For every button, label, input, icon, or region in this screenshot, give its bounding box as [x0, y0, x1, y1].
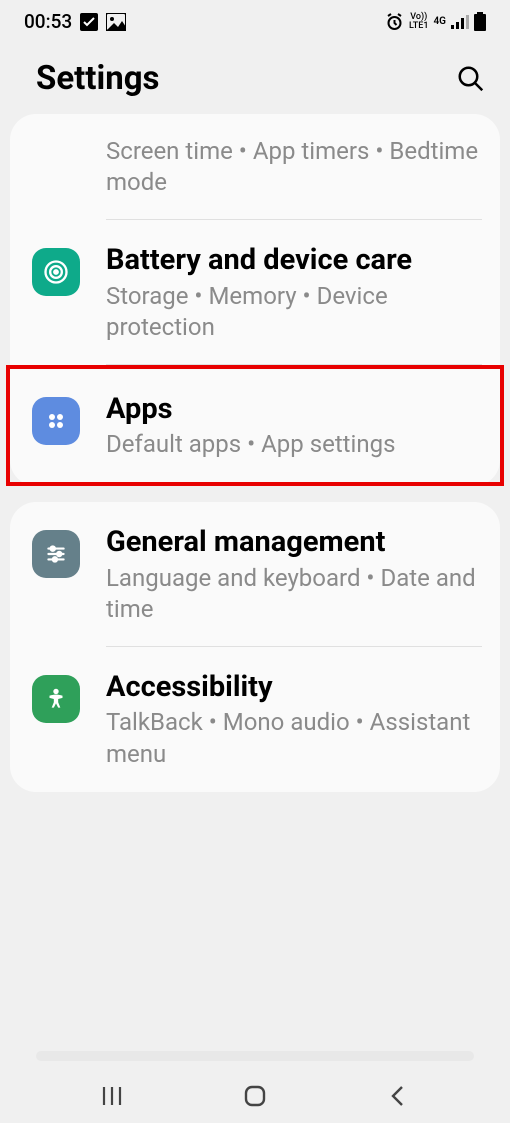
setting-subtitle: Storage • Memory • Device protection: [106, 281, 482, 343]
general-management-icon: [32, 530, 80, 578]
setting-title: Battery and device care: [106, 242, 482, 278]
home-button[interactable]: [242, 1083, 268, 1109]
search-icon[interactable]: [456, 64, 486, 94]
alarm-icon: [385, 12, 404, 31]
network-label: Vo)) LTE1: [409, 13, 428, 31]
status-time: 00:53: [24, 10, 72, 33]
battery-icon: [474, 12, 486, 31]
settings-card-2: General management Language and keyboard…: [10, 502, 500, 791]
setting-subtitle: Default apps • App settings: [106, 429, 482, 460]
accessibility-icon: [32, 675, 80, 723]
setting-battery-device-care[interactable]: Battery and device care Storage • Memory…: [10, 220, 500, 365]
signal-icon: [451, 15, 469, 29]
setting-subtitle: Screen time • App timers • Bedtime mode: [106, 136, 482, 198]
recent-apps-button[interactable]: [99, 1083, 125, 1109]
setting-title: Accessibility: [106, 669, 482, 705]
scrollbar-indicator: [36, 1051, 474, 1061]
back-button[interactable]: [385, 1083, 411, 1109]
setting-subtitle: TalkBack • Mono audio • Assistant menu: [106, 707, 482, 769]
status-bar: 00:53 Vo)) LTE1 4G: [0, 0, 510, 39]
setting-digital-wellbeing[interactable]: Screen time • App timers • Bedtime mode: [10, 114, 500, 220]
signal-4g: 4G: [433, 16, 446, 27]
setting-title: Apps: [106, 391, 482, 427]
setting-general-management[interactable]: General management Language and keyboard…: [10, 502, 500, 647]
setting-accessibility[interactable]: Accessibility TalkBack • Mono audio • As…: [10, 647, 500, 792]
device-care-icon: [32, 248, 80, 296]
header: Settings: [0, 39, 510, 114]
setting-title: General management: [106, 524, 482, 560]
image-icon: [106, 13, 126, 31]
page-title: Settings: [36, 59, 160, 98]
checkbox-icon: [80, 13, 98, 31]
setting-subtitle: Language and keyboard • Date and time: [106, 563, 482, 625]
navigation-bar: [0, 1068, 510, 1123]
apps-icon: [32, 397, 80, 445]
setting-apps[interactable]: Apps Default apps • App settings: [6, 365, 504, 486]
settings-card-1: Screen time • App timers • Bedtime mode …: [10, 114, 500, 486]
